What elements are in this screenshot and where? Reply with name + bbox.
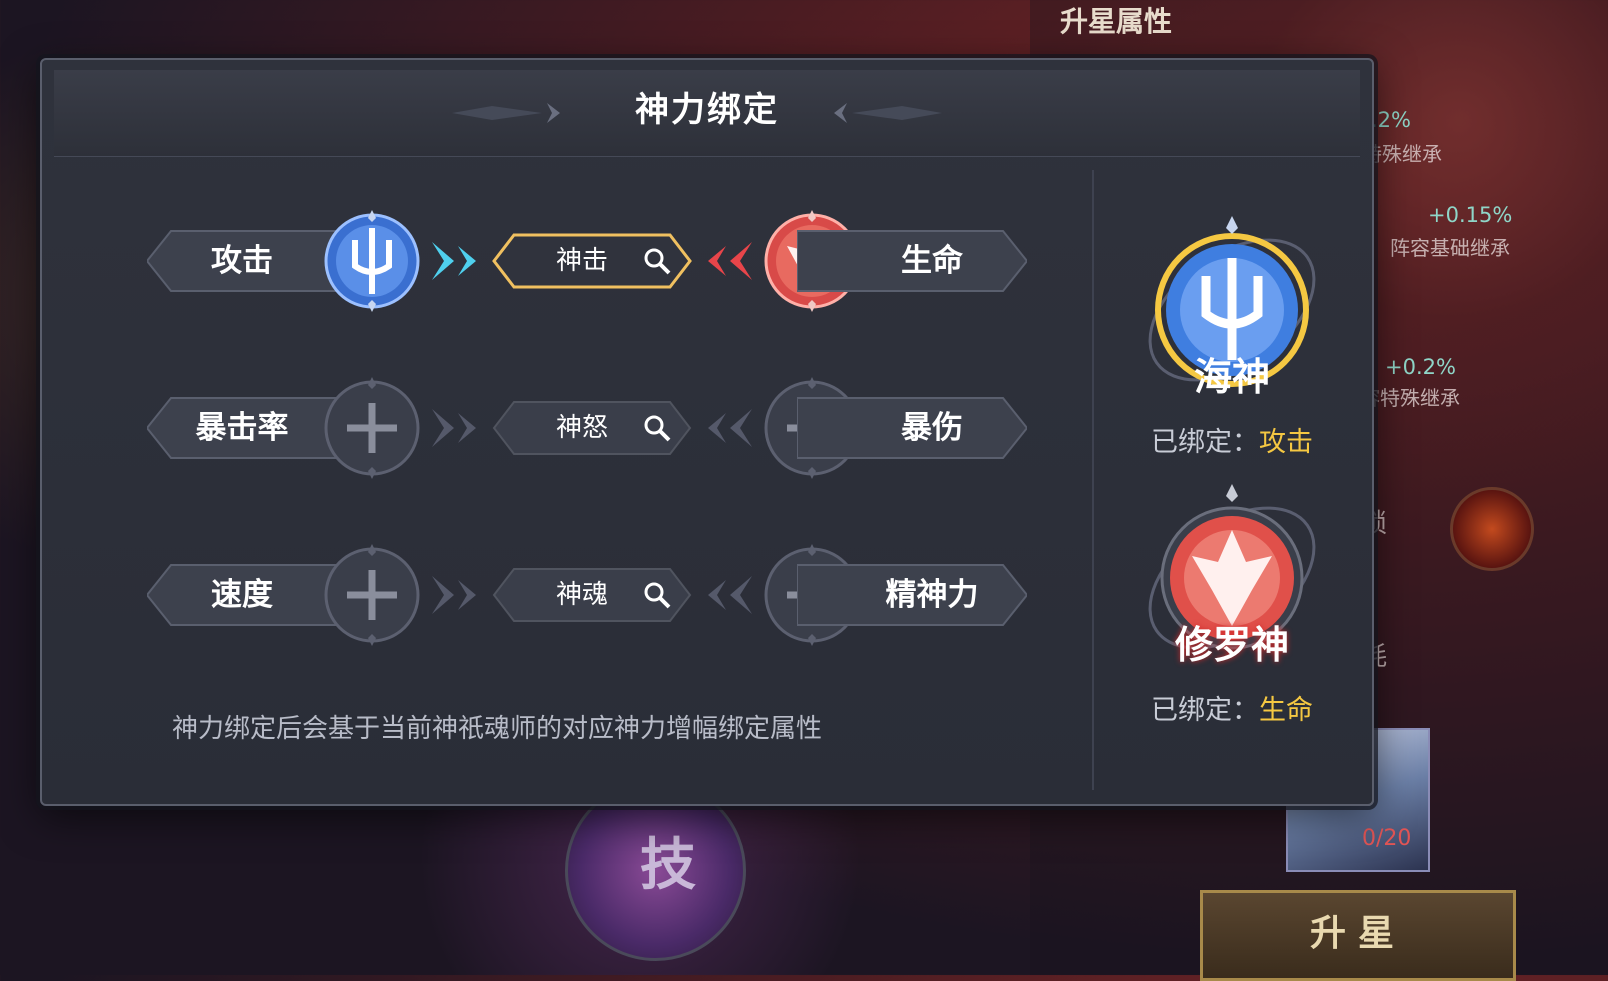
slot-crit-damage[interactable]: 暴伤 [797,394,1027,462]
binding-row-crit: 暴击率 神怒 暴伤 [107,373,1067,483]
bound-value: 生命 [1259,695,1313,726]
bound-label: 已绑定： [1151,695,1259,726]
arrow-left-active-icon [708,242,752,280]
god-asura-bound: 已绑定：生命 [1112,688,1352,727]
center-slot-label: 神魂 [555,580,608,610]
slot-life-label: 生命 [901,243,963,279]
god-sea[interactable]: 海神 已绑定：攻击 [1112,210,1352,459]
divine-binding-dialog: 神力绑定 攻击 神击 生命 暴击率 神怒 暴伤 速度 神魂 精神力 神力绑定后会… [40,58,1374,806]
star-up-button[interactable]: 升星 [1200,890,1516,981]
divider [1092,170,1094,790]
stat-value-2: +0.15% [1428,203,1513,227]
slot-spirit[interactable]: 精神力 [797,561,1027,629]
center-slot-divine-wrath[interactable]: 神怒 [492,399,692,457]
star-attributes-heading: 升星属性 [1060,5,1173,38]
god-asura[interactable]: 修罗神 已绑定：生命 [1112,478,1352,727]
skill-badge-text: 技 [640,832,696,898]
center-slot-divine-soul[interactable]: 神魂 [492,566,692,624]
unlock-skill-icon[interactable] [1450,487,1534,571]
slot-spirit-label: 精神力 [885,577,979,613]
center-slot-label: 神怒 [555,413,608,443]
arrow-left-icon [708,409,752,447]
search-icon[interactable] [642,413,672,443]
binding-row-attack: 攻击 神击 生命 [107,206,1067,316]
stat-label-2: 阵容基础继承 [1390,236,1510,260]
slot-crit-damage-label: 暴伤 [901,410,963,446]
arrow-left-icon [708,576,752,614]
slot-life[interactable]: 生命 [797,227,1027,295]
stat-value-3: +0.2% [1385,355,1456,379]
center-slot-divine-strike[interactable]: 神击 [492,232,692,290]
dialog-title: 神力绑定 [635,90,779,130]
add-orb-plus-icon[interactable] [317,540,427,650]
god-sea-bound: 已绑定：攻击 [1112,420,1352,459]
portrait-count: 0/20 [1362,826,1412,851]
trident-orb-icon[interactable] [317,206,427,316]
add-orb-plus-icon[interactable] [317,373,427,483]
bound-value: 攻击 [1259,427,1313,458]
search-icon[interactable] [642,246,672,276]
search-icon[interactable] [642,580,672,610]
bound-label: 已绑定： [1151,427,1259,458]
binding-row-speed: 速度 神魂 精神力 [107,540,1067,650]
center-slot-label: 神击 [555,246,608,276]
god-asura-name: 修罗神 [1174,622,1289,667]
binding-note: 神力绑定后会基于当前神祇魂师的对应神力增幅绑定属性 [172,714,823,744]
god-sea-name: 海神 [1193,354,1270,399]
